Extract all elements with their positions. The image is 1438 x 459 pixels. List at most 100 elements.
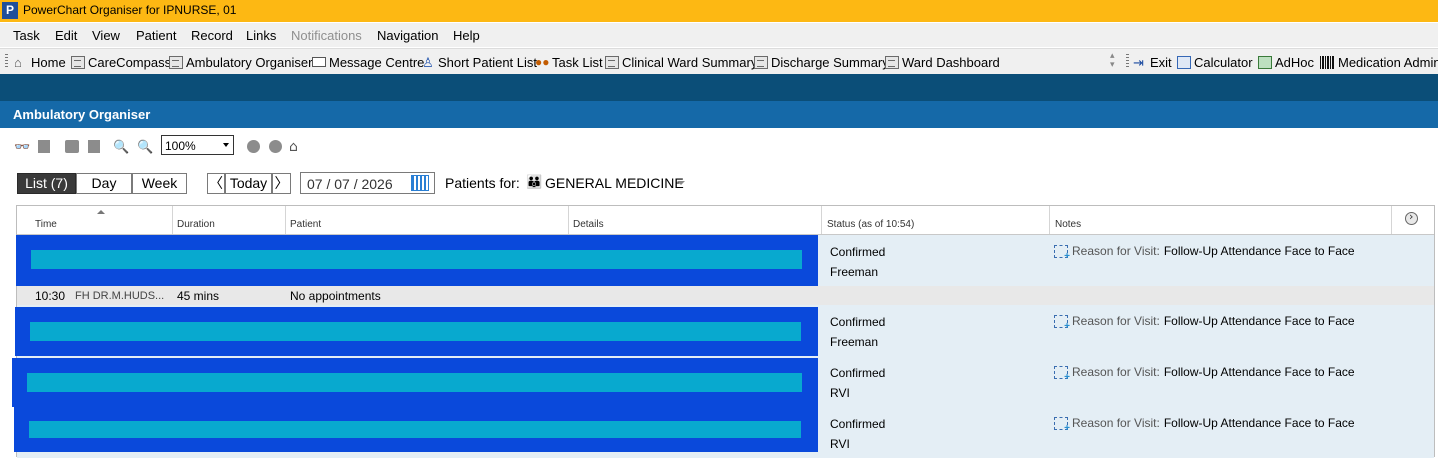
menu-navigation[interactable]: Navigation xyxy=(377,28,438,43)
document-icon xyxy=(885,55,899,69)
toolbar-exit[interactable]: ⇥ Exit xyxy=(1133,53,1172,71)
table-row[interactable]: Confirmed RVI Reason for Visit:Follow-Up… xyxy=(14,407,1434,459)
toolbar-message-centre[interactable]: Message Centre xyxy=(312,53,424,71)
toolbar-ward-dashboard-label: Ward Dashboard xyxy=(902,54,1000,70)
zoom-in-icon[interactable]: 🔍 xyxy=(137,140,153,155)
toolbar-discharge-summary-label: Discharge Summary xyxy=(771,54,889,70)
toolbar-ambulatory-organiser[interactable]: Ambulatory Organiser xyxy=(169,53,312,71)
date-field[interactable]: 07 / 07 / 2026 xyxy=(300,172,435,194)
column-status[interactable]: Status (as of 10:54) xyxy=(827,219,914,230)
zoom-select[interactable]: 100% xyxy=(161,135,234,155)
group-select[interactable]: GENERAL MEDICINE xyxy=(545,175,684,191)
status-text: Confirmed xyxy=(830,315,886,329)
toolbar-task-list[interactable]: ●● Task List xyxy=(535,53,603,71)
toolbar-task-list-label: Task List xyxy=(552,54,603,70)
column-divider[interactable] xyxy=(1391,206,1392,234)
visit-note[interactable]: Reason for Visit:Follow-Up Attendance Fa… xyxy=(1054,365,1355,383)
menu-links[interactable]: Links xyxy=(246,28,276,43)
add-note-icon xyxy=(1054,244,1070,262)
toolbar-short-patient-list[interactable]: ♙ Short Patient List xyxy=(421,53,537,71)
toolbar-discharge-summary[interactable]: Discharge Summary xyxy=(754,53,889,71)
table-row[interactable]: Confirmed Freeman Reason for Visit:Follo… xyxy=(16,235,1434,287)
circle-icon[interactable] xyxy=(247,140,260,153)
redaction-bar xyxy=(27,373,802,392)
view-day-button[interactable]: Day xyxy=(76,173,132,194)
home-icon[interactable]: ⌂ xyxy=(289,139,301,155)
redaction-bar xyxy=(29,421,801,438)
previous-day-button[interactable]: 〈 xyxy=(207,173,225,194)
toolbar-grip[interactable] xyxy=(5,54,8,69)
document-icon xyxy=(169,55,183,69)
toolbar-clinical-ward-summary[interactable]: Clinical Ward Summary xyxy=(605,53,757,71)
visit-note[interactable]: Reason for Visit:Follow-Up Attendance Fa… xyxy=(1054,314,1355,332)
column-divider[interactable] xyxy=(172,206,173,234)
person-icon: ♙ xyxy=(422,54,434,70)
column-divider[interactable] xyxy=(1049,206,1050,234)
column-duration[interactable]: Duration xyxy=(177,219,215,230)
toolbar-scroll-icon[interactable]: ▴ ▾ xyxy=(1110,52,1115,70)
circle-icon[interactable] xyxy=(269,140,282,153)
title-bar: P PowerChart Organiser for IPNURSE, 01 xyxy=(0,0,1438,22)
zoom-value: 100% xyxy=(165,139,196,153)
home-icon: ⌂ xyxy=(14,54,22,70)
toolbar-carecompass[interactable]: CareCompass xyxy=(71,53,171,71)
toolbar-message-centre-label: Message Centre xyxy=(329,54,425,70)
toolbar-adhoc-label: AdHoc xyxy=(1275,54,1315,70)
menu-record[interactable]: Record xyxy=(191,28,233,43)
group-icon: 👪 xyxy=(526,175,543,190)
toolbar-adhoc[interactable]: AdHoc xyxy=(1258,53,1314,71)
chevron-down-icon xyxy=(223,143,229,147)
toolbar-exit-label: Exit xyxy=(1150,54,1172,70)
location-text: RVI xyxy=(830,386,850,400)
slot-clinician: FH DR.M.HUDS... xyxy=(75,290,165,302)
calendar-icon[interactable] xyxy=(411,175,429,191)
column-divider[interactable] xyxy=(285,206,286,234)
visit-note[interactable]: Reason for Visit:Follow-Up Attendance Fa… xyxy=(1054,244,1355,262)
menu-bar: Task Edit View Patient Record Links Noti… xyxy=(0,23,1438,47)
binoculars-icon[interactable]: 👓 xyxy=(14,140,30,155)
column-time[interactable]: Time xyxy=(35,219,57,230)
toolbar: ⌂ Home CareCompass Ambulatory Organiser … xyxy=(0,48,1438,74)
table-row[interactable]: Confirmed RVI Reason for Visit:Follow-Up… xyxy=(12,356,1434,408)
menu-task[interactable]: Task xyxy=(13,28,40,43)
menu-notifications: Notifications xyxy=(291,28,362,43)
chevron-down-icon[interactable] xyxy=(677,181,685,185)
visit-note[interactable]: Reason for Visit:Follow-Up Attendance Fa… xyxy=(1054,416,1355,434)
column-details[interactable]: Details xyxy=(573,219,604,230)
document-icon xyxy=(754,55,768,69)
toolbar-grip[interactable] xyxy=(1126,54,1129,69)
menu-patient[interactable]: Patient xyxy=(136,28,176,43)
print-icon[interactable] xyxy=(65,140,79,153)
view-list-button[interactable]: List (7) xyxy=(17,173,76,194)
today-button[interactable]: Today xyxy=(225,173,272,194)
redaction-bar xyxy=(31,250,802,269)
free-slot-row[interactable]: 10:30 FH DR.M.HUDS... 45 mins No appoint… xyxy=(17,286,1434,306)
zoom-out-icon[interactable]: 🔍 xyxy=(113,140,129,155)
page-forward-icon[interactable] xyxy=(88,140,100,153)
organiser-header: Ambulatory Organiser xyxy=(0,101,1438,128)
column-notes[interactable]: Notes xyxy=(1055,219,1081,230)
view-week-button[interactable]: Week xyxy=(132,173,187,194)
toolbar-home[interactable]: ⌂ Home xyxy=(14,53,66,71)
page-icon[interactable] xyxy=(38,140,50,153)
toolbar-medication-admin[interactable]: Medication Admin xyxy=(1320,53,1438,71)
menu-view[interactable]: View xyxy=(92,28,120,43)
toolbar-calculator[interactable]: Calculator xyxy=(1177,53,1253,71)
column-patient[interactable]: Patient xyxy=(290,219,321,230)
status-text: Confirmed xyxy=(830,366,886,380)
slot-patient: No appointments xyxy=(290,289,381,303)
next-day-button[interactable]: 〉 xyxy=(272,173,291,194)
expand-icon[interactable] xyxy=(1405,210,1418,225)
column-divider[interactable] xyxy=(568,206,569,234)
status-text: Confirmed xyxy=(830,417,886,431)
toolbar-ward-dashboard[interactable]: Ward Dashboard xyxy=(885,53,1000,71)
menu-help[interactable]: Help xyxy=(453,28,480,43)
appointments-table: Time Duration Patient Details Status (as… xyxy=(12,205,1435,459)
location-text: RVI xyxy=(830,437,850,451)
note-value: Follow-Up Attendance Face to Face xyxy=(1163,244,1355,258)
column-divider[interactable] xyxy=(821,206,822,234)
exit-icon: ⇥ xyxy=(1133,54,1144,70)
table-row[interactable]: Confirmed Freeman Reason for Visit:Follo… xyxy=(15,305,1434,357)
table-header: Time Duration Patient Details Status (as… xyxy=(17,206,1434,235)
menu-edit[interactable]: Edit xyxy=(55,28,77,43)
